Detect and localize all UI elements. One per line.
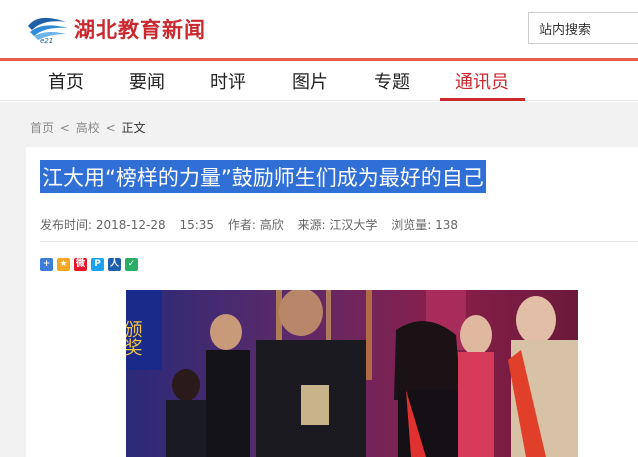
award-ceremony-image: 颁奖 xyxy=(126,290,578,457)
logo-text: 湖北教育新闻 xyxy=(74,18,206,42)
meta-divider xyxy=(40,241,638,242)
article-meta: 发布时间: 2018-12-28 15:35 作者: 高欣 来源: 江汉大学 浏… xyxy=(40,216,468,233)
breadcrumb-current: 正文 xyxy=(121,121,146,135)
search-input[interactable]: 站内搜索 xyxy=(528,12,638,44)
wechat-icon[interactable]: ✓ xyxy=(125,258,138,271)
share-more-icon[interactable]: + xyxy=(40,258,53,271)
breadcrumb-separator: < xyxy=(59,121,70,135)
site-header: e21 湖北教育新闻 站内搜索 xyxy=(0,0,638,58)
logo-wave-icon: e21 xyxy=(28,17,68,44)
article-views: 浏览量: 138 xyxy=(391,218,458,232)
breadcrumb-colleges[interactable]: 高校 xyxy=(76,121,100,135)
publish-date: 发布时间: 2018-12-28 xyxy=(40,218,166,232)
nav-item-home[interactable]: 首页 xyxy=(48,68,84,94)
renren-icon[interactable]: 人 xyxy=(108,258,121,271)
site-logo[interactable]: e21 湖北教育新闻 xyxy=(26,10,226,46)
article-photo: 颁奖 xyxy=(126,290,578,457)
article-source: 来源: 江汉大学 xyxy=(297,218,378,232)
logo-subtext: e21 xyxy=(40,37,53,44)
article-author: 作者: 高欣 xyxy=(227,218,284,232)
breadcrumb-separator: < xyxy=(105,121,116,135)
tencent-weibo-icon[interactable]: P xyxy=(91,258,104,271)
nav-item-pictures[interactable]: 图片 xyxy=(292,68,328,94)
qzone-icon[interactable]: ★ xyxy=(57,258,70,271)
nav-active-underline xyxy=(440,98,525,101)
main-nav: 首页 要闻 时评 图片 专题 通讯员 xyxy=(0,61,638,101)
nav-item-commentary[interactable]: 时评 xyxy=(210,68,246,94)
nav-item-correspondents[interactable]: 通讯员 xyxy=(455,68,509,94)
breadcrumb: 首页 < 高校 < 正文 xyxy=(30,119,147,136)
weibo-icon[interactable]: 微 xyxy=(74,258,87,271)
breadcrumb-home[interactable]: 首页 xyxy=(30,121,54,135)
nav-item-topics[interactable]: 专题 xyxy=(374,68,410,94)
banner-text: 颁奖 xyxy=(126,320,143,356)
nav-item-news[interactable]: 要闻 xyxy=(129,68,165,94)
publish-time: 15:35 xyxy=(179,218,215,232)
article-title: 江大用“榜样的力量”鼓励师生们成为最好的自己 xyxy=(40,160,486,193)
